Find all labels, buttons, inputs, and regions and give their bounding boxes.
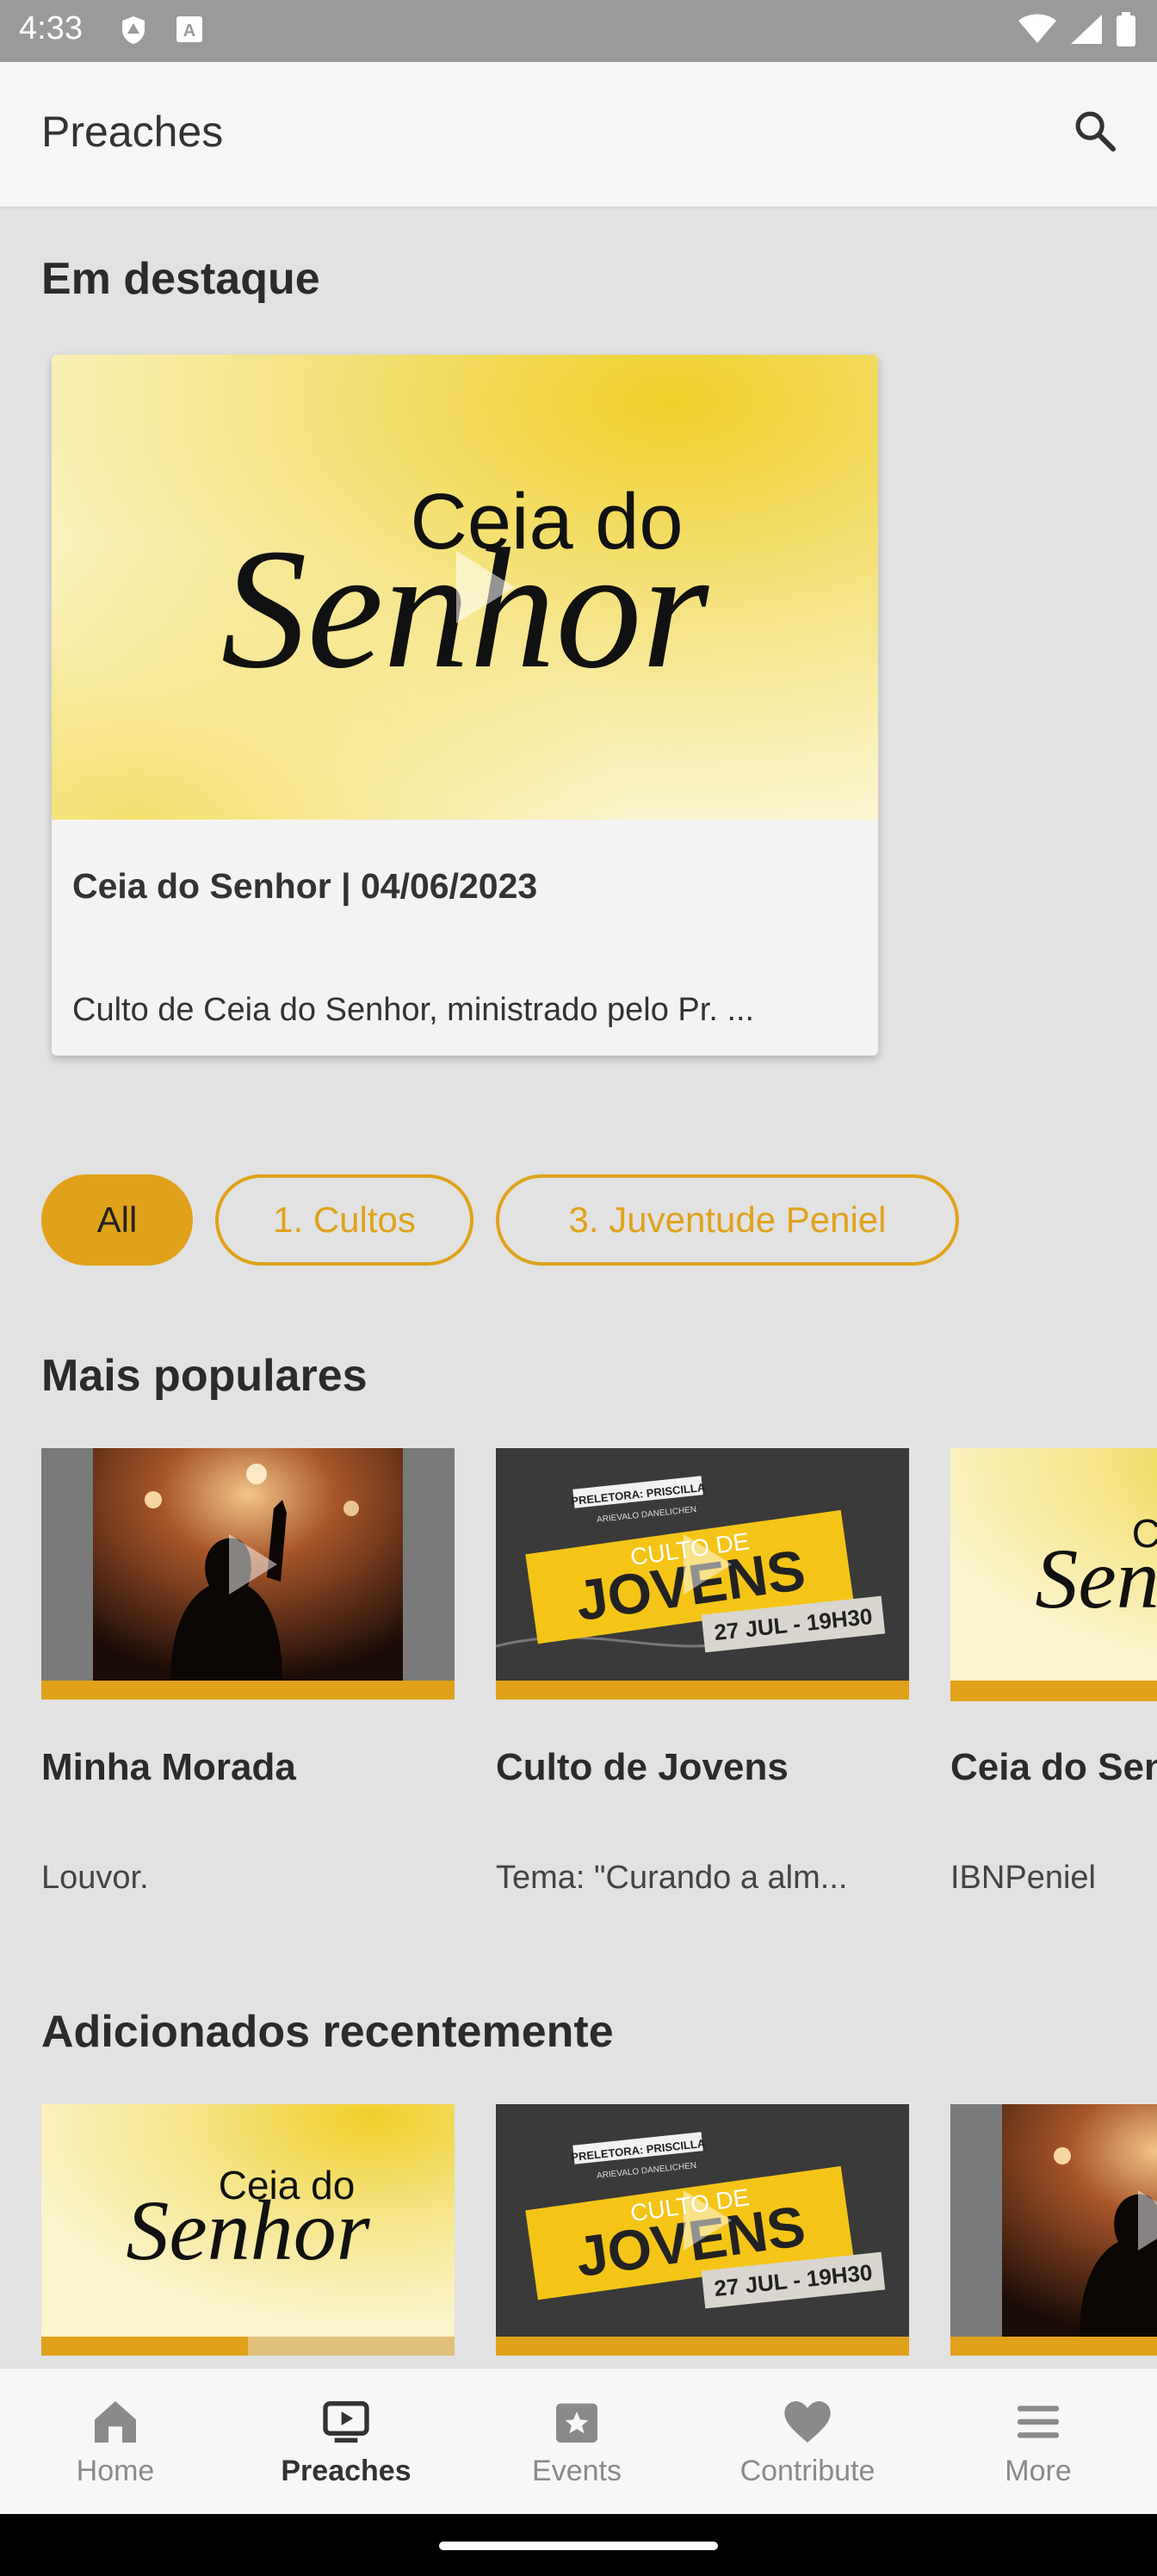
popular-title: Minha Morada (41, 1746, 296, 1788)
filter-chip-cultos[interactable]: 1. Cultos (215, 1174, 473, 1266)
nav-contribute[interactable]: Contribute (692, 2369, 923, 2515)
gesture-navigation-bar (0, 2514, 1157, 2576)
home-icon (95, 2401, 136, 2443)
recent-card[interactable]: PRELETORA: PRISCILLA ARIEVALO DANELICHEN… (496, 2104, 909, 2356)
search-icon (1075, 111, 1117, 152)
nav-home[interactable]: Home (0, 2369, 231, 2515)
featured-title: Ceia do Senhor | 04/06/2023 (72, 866, 538, 906)
recent-section-title: Adicionados recentemente (41, 2007, 614, 2057)
popular-title: Culto de Jovens (496, 1746, 789, 1788)
status-bar: 4:33 A (0, 0, 1157, 62)
popular-subtitle: Tema: "Curando a alm... (496, 1860, 848, 1896)
watch-progress (496, 1681, 909, 1700)
event-star-icon (556, 2403, 597, 2443)
nav-preaches-label: Preaches (281, 2455, 411, 2487)
popular-thumbnail: PRELETORA: PRISCILLA ARIEVALO DANELICHEN… (496, 1448, 909, 1681)
battery-icon (1117, 12, 1135, 46)
popular-thumb-text-bottom: Senhor (1035, 1531, 1157, 1626)
watch-progress (41, 2337, 455, 2356)
svg-text:A: A (183, 22, 195, 40)
nav-preaches[interactable]: Preaches (231, 2369, 461, 2515)
featured-thumbnail: Ceia do Senhor (52, 355, 878, 820)
watch-progress (41, 1681, 455, 1700)
popular-section-title: Mais populares (41, 1351, 368, 1401)
featured-description: Culto de Ceia do Senhor, ministrado pelo… (72, 992, 755, 1028)
filter-chip-juventude[interactable]: 3. Juventude Peniel (496, 1174, 959, 1266)
recent-thumbnail: PRELETORA: PRISCILLA ARIEVALO DANELICHEN… (496, 2104, 909, 2337)
nav-more-label: More (1005, 2455, 1072, 2487)
watch-progress (950, 2337, 1157, 2356)
page-title: Preaches (41, 108, 224, 156)
popular-thumbnail (41, 1448, 455, 1681)
watch-progress (496, 2337, 909, 2356)
nav-more[interactable]: More (923, 2369, 1154, 2515)
status-time: 4:33 (19, 10, 83, 46)
notification-a-icon: A (176, 15, 203, 47)
bottom-navigation: Home Preaches Events Contribute More (0, 2368, 1157, 2514)
home-gesture-handle[interactable] (439, 2542, 718, 2550)
nav-events[interactable]: Events (461, 2369, 692, 2515)
recent-thumbnail: Ceia do Senhor (41, 2104, 455, 2337)
filter-chip-all[interactable]: All (41, 1174, 193, 1266)
featured-section-title: Em destaque (41, 254, 320, 304)
menu-icon (1018, 2406, 1059, 2438)
popular-title: Ceia do Senhor (950, 1746, 1157, 1788)
nav-home-label: Home (76, 2455, 155, 2487)
wifi-icon (1018, 14, 1056, 43)
popular-subtitle: Louvor. (41, 1860, 149, 1896)
signal-icon (1071, 15, 1102, 44)
video-library-icon (323, 2401, 369, 2443)
popular-thumbnail: Ceia do Senhor (950, 1448, 1157, 1701)
nav-contribute-label: Contribute (739, 2455, 875, 2487)
shield-icon (121, 15, 146, 49)
heart-icon (784, 2401, 831, 2443)
popular-subtitle: IBNPeniel (950, 1860, 1096, 1896)
recent-card[interactable]: Ceia do Senhor (41, 2104, 455, 2356)
app-bar: Preaches (0, 62, 1157, 207)
popular-card[interactable]: Ceia do Senhor Ceia do Senhor IBNPeniel (950, 1448, 1157, 1930)
nav-events-label: Events (532, 2455, 622, 2487)
recent-card[interactable] (950, 2104, 1157, 2356)
recent-thumb-text-bottom: Senhor (126, 2183, 370, 2278)
status-icons (1018, 12, 1136, 46)
recent-thumbnail (950, 2104, 1157, 2337)
featured-card[interactable]: Ceia do Senhor Ceia do Senhor | 04/06/20… (52, 355, 878, 1056)
search-button[interactable] (1064, 100, 1126, 162)
